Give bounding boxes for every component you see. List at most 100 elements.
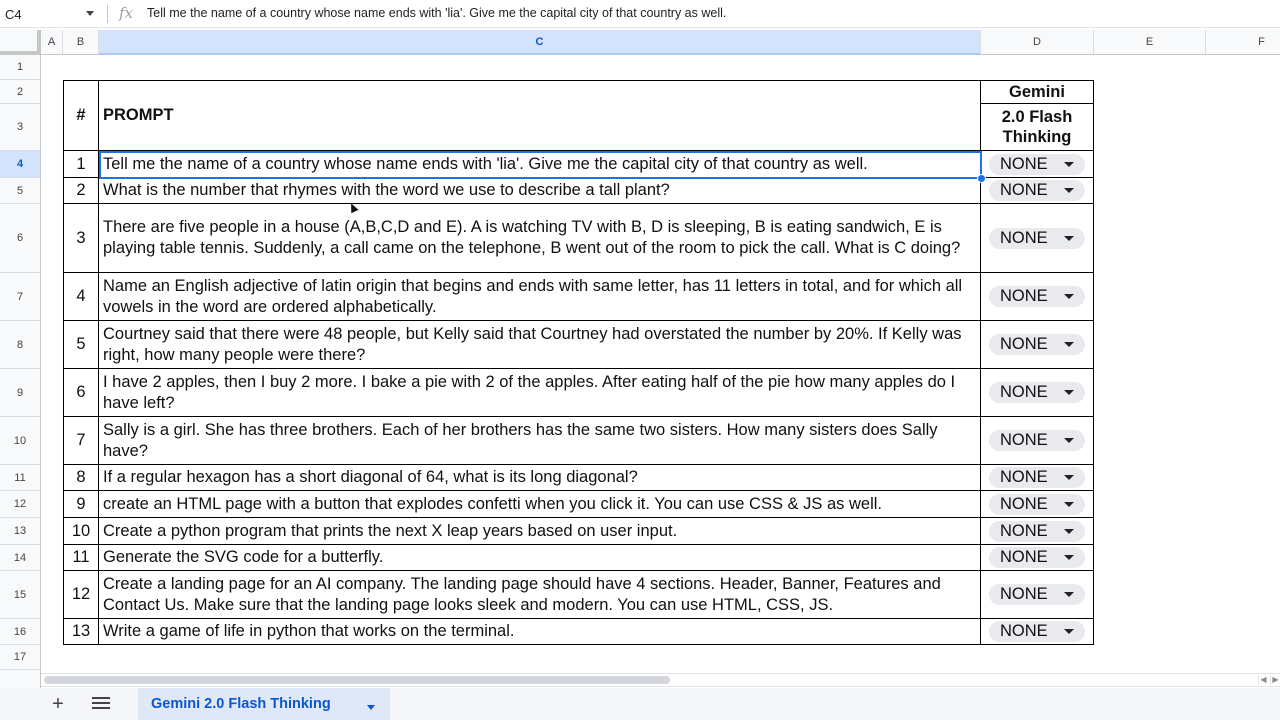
result-dropdown-chip[interactable]: NONE [989,153,1085,175]
row-header[interactable]: 17 [0,645,41,670]
prompt-cell[interactable]: create an HTML page with a button that e… [99,491,981,518]
result-dropdown-chip[interactable]: NONE [989,520,1085,542]
dropdown-arrow-icon[interactable] [1064,438,1074,443]
header-number-label: # [76,106,86,124]
row-header[interactable]: 6 [0,204,41,273]
column-header-b[interactable]: B [63,30,99,55]
row-header[interactable]: 2 [0,80,41,104]
prompt-cell[interactable]: Courtney said that there were 48 people,… [99,321,981,369]
dropdown-arrow-icon[interactable] [1064,501,1074,507]
dropdown-arrow-icon[interactable] [1064,629,1074,634]
row-header[interactable]: 15 [0,571,41,619]
all-sheets-menu-icon[interactable] [92,697,110,711]
result-dropdown-chip[interactable]: NONE [989,493,1085,515]
column-header-c[interactable]: C [99,30,981,55]
row-header[interactable]: 11 [0,465,41,491]
row-number-cell[interactable]: 3 [63,204,99,273]
prompt-cell[interactable]: Sally is a girl. She has three brothers.… [99,417,981,465]
row-header[interactable]: 5 [0,178,41,204]
header-model-cell[interactable]: Gemini [981,80,1094,104]
row-number-cell[interactable]: 1 [63,151,99,178]
dropdown-arrow-icon[interactable] [1064,475,1074,480]
dropdown-arrow-icon[interactable] [1064,390,1074,395]
dropdown-arrow-icon[interactable] [1064,555,1074,560]
prompt-cell[interactable]: I have 2 apples, then I buy 2 more. I ba… [99,369,981,417]
row-number-cell[interactable]: 8 [63,465,99,491]
prompt-text: There are five people in a house (A,B,C,… [103,218,961,257]
row-header[interactable]: 8 [0,321,41,369]
result-dropdown-chip[interactable]: NONE [989,430,1085,451]
row-header[interactable]: 9 [0,369,41,417]
prompt-cell[interactable]: Generate the SVG code for a butterfly. [99,545,981,571]
fill-handle[interactable] [977,174,986,183]
row-header[interactable]: 7 [0,273,41,321]
result-cell: NONE [981,151,1094,178]
result-value: NONE [1000,521,1048,540]
dropdown-arrow-icon[interactable] [1064,161,1074,167]
prompt-cell[interactable]: There are five people in a house (A,B,C,… [99,204,981,273]
result-dropdown-chip[interactable]: NONE [989,227,1085,249]
row-header[interactable]: 12 [0,491,41,518]
result-dropdown-chip[interactable]: NONE [989,584,1085,605]
add-sheet-button[interactable]: + [48,694,68,714]
dropdown-arrow-icon[interactable] [1064,188,1074,193]
prompt-text: Tell me the name of a country whose name… [103,154,868,173]
result-dropdown-chip[interactable]: NONE [989,180,1085,201]
row-number-cell[interactable]: 7 [63,417,99,465]
row-number-cell[interactable]: 10 [63,518,99,545]
column-header-a[interactable]: A [41,30,63,55]
result-value: NONE [1000,287,1048,305]
column-header-f[interactable]: F [1206,30,1280,55]
result-dropdown-chip[interactable]: NONE [989,621,1085,642]
name-box-dropdown-icon[interactable] [86,11,94,16]
result-dropdown-chip[interactable]: NONE [989,382,1085,403]
horizontal-scroll-thumb[interactable] [44,676,670,684]
result-dropdown-chip[interactable]: NONE [989,547,1085,568]
column-header-e[interactable]: E [1094,30,1206,55]
row-header[interactable]: 16 [0,619,41,645]
header-model-subcell[interactable]: 2.0 Flash Thinking [981,104,1094,151]
row-number-cell[interactable]: 5 [63,321,99,369]
result-dropdown-chip[interactable]: NONE [989,286,1085,307]
dropdown-arrow-icon[interactable] [1064,235,1074,241]
row-header[interactable]: 10 [0,417,41,465]
select-all-corner[interactable] [0,30,41,55]
dropdown-arrow-icon[interactable] [1064,342,1074,347]
sheet-tab-active[interactable]: Gemini 2.0 Flash Thinking [138,688,390,720]
dropdown-arrow-icon[interactable] [1064,528,1074,534]
result-dropdown-chip[interactable]: NONE [989,467,1085,488]
prompt-cell[interactable]: Name an English adjective of latin origi… [99,273,981,321]
row-header[interactable]: 4 [0,151,41,178]
prompt-cell[interactable]: If a regular hexagon has a short diagona… [99,465,981,491]
prompt-cell[interactable]: Create a python program that prints the … [99,518,981,545]
row-header[interactable]: 14 [0,545,41,571]
row-number-cell[interactable]: 12 [63,571,99,619]
prompt-cell[interactable]: Tell me the name of a country whose name… [99,151,981,178]
prompt-cell[interactable]: Create a landing page for an AI company.… [99,571,981,619]
scroll-right-arrow-icon[interactable]: ▶ [1270,675,1280,685]
row-number-cell[interactable]: 4 [63,273,99,321]
dropdown-arrow-icon[interactable] [1064,294,1074,299]
sheet-tab-bar: + Gemini 2.0 Flash Thinking [0,688,1280,720]
prompt-cell[interactable]: Write a game of life in python that work… [99,619,981,645]
header-prompt-cell[interactable]: PROMPT [99,80,981,151]
row-header[interactable]: 1 [0,55,41,80]
spreadsheet-grid[interactable]: A B C D E F 1 2 3 4 5 6 7 8 9 10 11 12 1… [0,30,1280,672]
row-number-cell[interactable]: 11 [63,545,99,571]
result-dropdown-chip[interactable]: NONE [989,334,1085,355]
horizontal-scrollbar[interactable]: ◀ ▶ [41,673,1280,687]
row-number-cell[interactable]: 13 [63,619,99,645]
row-header[interactable]: 3 [0,104,41,151]
row-number-cell[interactable]: 2 [63,178,99,204]
header-number-cell[interactable]: # [63,80,99,151]
scroll-left-arrow-icon[interactable]: ◀ [1258,675,1268,685]
sheet-tab-dropdown-icon[interactable] [367,705,375,710]
dropdown-arrow-icon[interactable] [1064,592,1074,597]
result-cell: NONE [981,204,1094,273]
row-number-cell[interactable]: 6 [63,369,99,417]
prompt-cell[interactable]: What is the number that rhymes with the … [99,178,981,204]
row-header[interactable]: 13 [0,518,41,545]
row-number-cell[interactable]: 9 [63,491,99,518]
column-header-d[interactable]: D [981,30,1094,55]
formula-input[interactable]: Tell me the name of a country whose name… [147,6,726,20]
